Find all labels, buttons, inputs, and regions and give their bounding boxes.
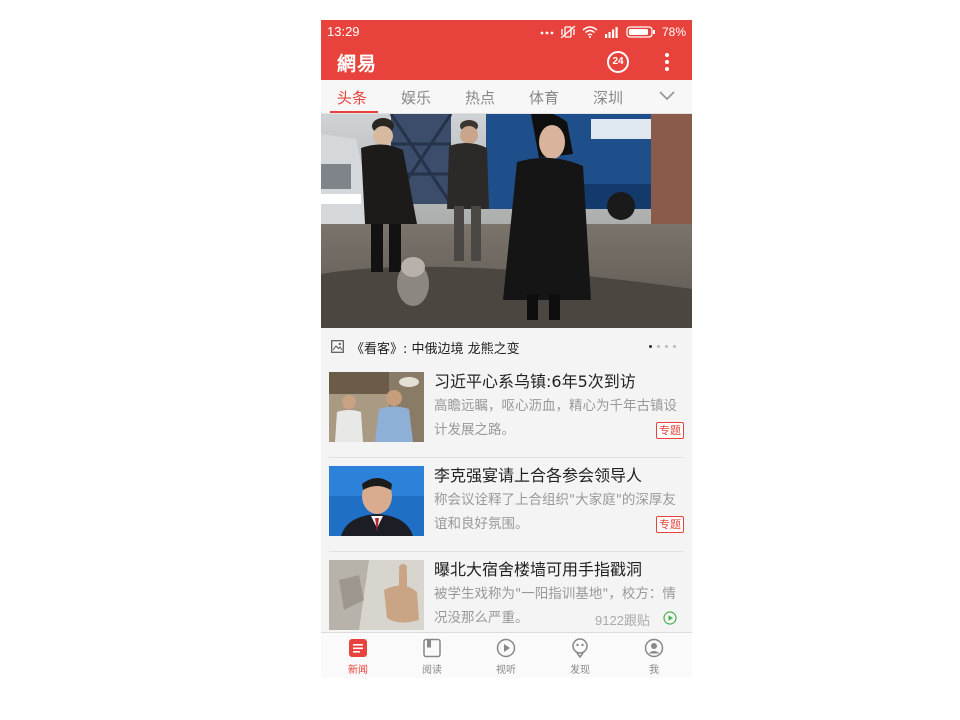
discover-icon: [572, 638, 588, 658]
phone-screen: 13:29 78% 網易 24 头条 娱乐 热点 体育 深圳 《看客》: 中俄边…: [321, 20, 692, 678]
battery-icon: [626, 26, 655, 38]
tab-redian[interactable]: 热点: [465, 87, 495, 108]
hero-photo[interactable]: [321, 114, 692, 328]
nav-label: 发现: [570, 665, 590, 676]
active-tab-indicator: [330, 111, 378, 113]
news-thumbnail: [329, 560, 424, 630]
tab-shenzhen[interactable]: 深圳: [593, 87, 623, 108]
news-item[interactable]: 习近平心系乌镇:6年5次到访 高瞻远瞩，呕心沥血，精心为千年古镇设计发展之路。 …: [321, 364, 692, 458]
battery-percent: 78%: [661, 25, 686, 39]
play-circle-icon: [663, 611, 677, 625]
carousel-dot: [657, 345, 660, 348]
news-title: 李克强宴请上合各参会领导人: [434, 466, 643, 485]
carousel-dot: [673, 345, 676, 348]
news-title: 习近平心系乌镇:6年5次到访: [434, 372, 636, 391]
news-summary: 高瞻远瞩，呕心沥血，精心为千年古镇设计发展之路。: [434, 398, 677, 438]
profile-icon: [644, 638, 664, 658]
nav-me[interactable]: 我: [617, 633, 691, 678]
signal-icon: [604, 27, 618, 38]
news-item[interactable]: 李克强宴请上合各参会领导人 称会议诠释了上合组织"大家庭"的深厚友谊和良好氛围。…: [321, 458, 692, 552]
app-logo: 網易: [337, 53, 378, 75]
tab-yule[interactable]: 娱乐: [401, 87, 431, 108]
nav-label: 视听: [496, 665, 516, 676]
news-title: 曝北大宿舍楼墙可用手指戳洞: [434, 560, 643, 579]
nav-discover[interactable]: 发现: [543, 633, 617, 678]
status-bar: 13:29 78%: [321, 20, 692, 44]
more-dots-icon: [540, 31, 554, 35]
hero-photo-illustration: [321, 114, 692, 328]
topic-badge: 专题: [656, 422, 684, 439]
carousel-indicator: [649, 345, 676, 348]
tab-tiyu[interactable]: 体育: [529, 87, 559, 108]
wifi-icon: [582, 26, 598, 38]
nav-label: 阅读: [422, 665, 442, 676]
topic-badge: 专题: [656, 516, 684, 533]
nav-media[interactable]: 视听: [469, 633, 543, 678]
news-summary: 称会议诠释了上合组织"大家庭"的深厚友谊和良好氛围。: [434, 492, 676, 532]
nav-read[interactable]: 阅读: [395, 633, 469, 678]
comment-count: 9122跟贴: [595, 613, 650, 628]
app-header: 網易 24: [321, 44, 692, 80]
vibrate-off-icon: [560, 25, 576, 39]
photo-gallery-icon: [331, 340, 344, 353]
status-icons: 78%: [540, 24, 686, 40]
nav-label: 新闻: [348, 665, 368, 676]
news-thumbnail: [329, 466, 424, 536]
carousel-dot: [665, 345, 668, 348]
news-24h-button[interactable]: 24: [607, 51, 629, 73]
news-icon: [349, 639, 367, 657]
status-time: 13:29: [327, 24, 360, 39]
nav-news[interactable]: 新闻: [321, 633, 395, 678]
more-vertical-icon[interactable]: [659, 50, 675, 74]
carousel-dot: [649, 345, 652, 348]
hero-caption-bar[interactable]: 《看客》: 中俄边境 龙熊之变: [321, 328, 692, 364]
tab-toutiao[interactable]: 头条: [337, 87, 367, 108]
play-icon: [496, 638, 516, 658]
bottom-navigation: 新闻 阅读 视听 发现 我: [321, 632, 692, 678]
hero-caption: 《看客》: 中俄边境 龙熊之变: [351, 342, 520, 357]
read-icon: [423, 638, 441, 658]
news-thumbnail: [329, 372, 424, 442]
chevron-down-icon[interactable]: [657, 88, 677, 104]
nav-label: 我: [649, 665, 659, 676]
channel-tabs: 头条 娱乐 热点 体育 深圳: [321, 80, 692, 114]
